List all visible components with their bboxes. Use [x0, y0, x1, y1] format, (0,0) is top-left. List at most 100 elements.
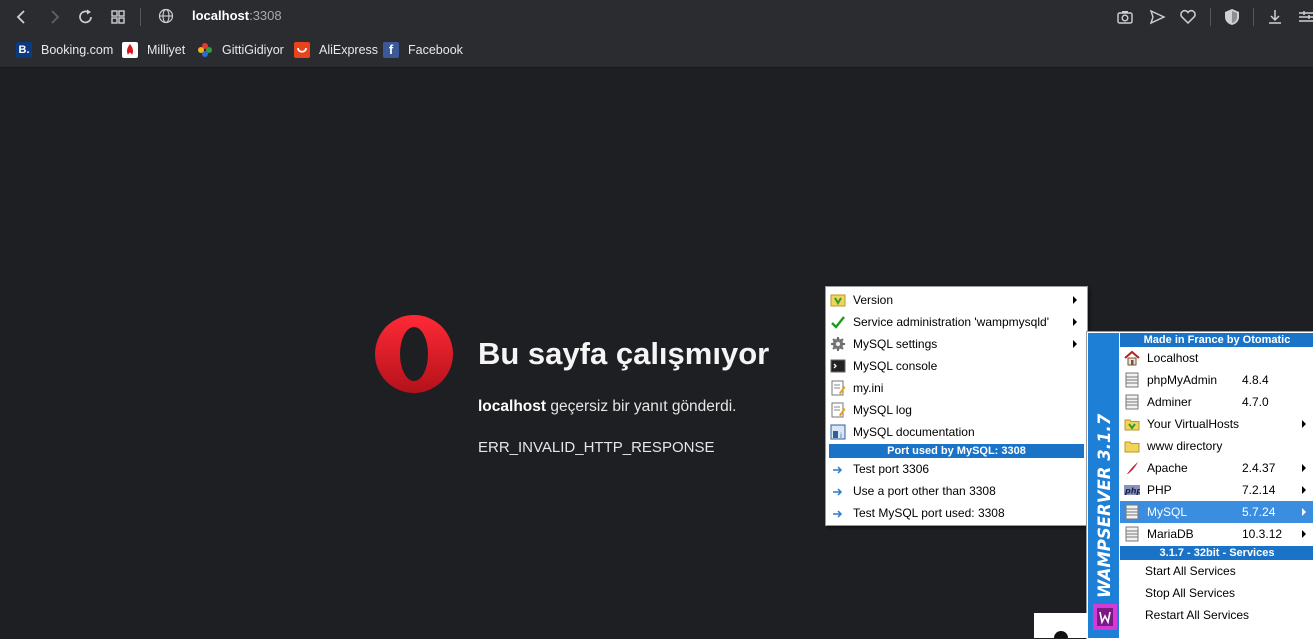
- menu-item-label: Test port 3306: [853, 462, 930, 476]
- arrow-right-icon: [833, 510, 843, 518]
- submenu-arrow-icon: [1073, 296, 1077, 304]
- wamp-item-label: MariaDB: [1147, 527, 1194, 541]
- wamp-item-label: MySQL: [1147, 505, 1188, 519]
- menu-item-my-ini[interactable]: my.ini: [826, 377, 1085, 399]
- wamp-item-localhost[interactable]: Localhost: [1120, 347, 1313, 369]
- php-icon: php: [1124, 485, 1140, 496]
- download-icon[interactable]: [1265, 7, 1285, 27]
- wamp-item-virtualhosts[interactable]: Your VirtualHosts: [1120, 413, 1313, 435]
- version-icon: [830, 294, 846, 307]
- bookmark-milliyet[interactable]: Milliyet: [122, 41, 192, 59]
- arrow-right-icon: [833, 488, 843, 496]
- wamp-item-version: 2.4.37: [1242, 461, 1276, 475]
- wamp-item-mariadb[interactable]: MariaDB 10.3.12: [1120, 523, 1313, 545]
- feather-icon: [1127, 462, 1138, 474]
- wamp-item-php[interactable]: php PHP 7.2.14: [1120, 479, 1313, 501]
- menu-item-mysql-log[interactable]: MySQL log: [826, 399, 1085, 421]
- database-icon: [1125, 526, 1139, 542]
- bookmark-booking[interactable]: B. Booking.com: [16, 41, 116, 59]
- forward-button[interactable]: [42, 6, 66, 28]
- menu-item-label: MySQL settings: [853, 337, 938, 351]
- file-edit-icon: [831, 380, 846, 396]
- bookmark-label: Milliyet: [147, 43, 186, 57]
- menu-item-label: my.ini: [853, 381, 884, 395]
- database-icon: [1125, 372, 1139, 388]
- back-button[interactable]: [10, 6, 34, 28]
- easy-setup-icon[interactable]: [1296, 7, 1313, 27]
- menu-item-label: Service administration 'wampmysqld': [853, 315, 1049, 329]
- folder-icon: [1124, 441, 1140, 453]
- opera-logo-icon: [375, 315, 453, 393]
- menu-item-test-port-used[interactable]: Test MySQL port used: 3308: [826, 502, 1085, 524]
- menu-item-mysql-settings[interactable]: MySQL settings: [826, 333, 1085, 355]
- submenu-arrow-icon: [1302, 486, 1306, 494]
- service-start-all[interactable]: Start All Services: [1120, 560, 1313, 582]
- tray-notification-icon[interactable]: [1053, 630, 1069, 638]
- bookmark-label: GittiGidiyor: [222, 43, 284, 57]
- submenu-arrow-icon: [1073, 340, 1077, 348]
- reload-button[interactable]: [74, 6, 98, 28]
- gittigidiyor-icon: [197, 42, 213, 58]
- error-host: localhost: [478, 398, 547, 415]
- bookmark-aliexpress[interactable]: AliExpress: [294, 41, 378, 59]
- services-header: 3.1.7 - 32bit - Services: [1120, 546, 1313, 560]
- menu-item-mysql-documentation[interactable]: i MySQL documentation: [826, 421, 1085, 443]
- wamp-item-apache[interactable]: Apache 2.4.37: [1120, 457, 1313, 479]
- wamp-item-label: www directory: [1147, 439, 1223, 453]
- globe-icon[interactable]: [158, 8, 174, 24]
- wamp-item-label: Your VirtualHosts: [1147, 417, 1240, 431]
- heart-icon[interactable]: [1178, 7, 1198, 27]
- home-icon: [1124, 350, 1140, 366]
- bookmarks-bar: B. Booking.com Milliyet GittiGidiyor Ali…: [0, 34, 1313, 68]
- address-bar[interactable]: localhost:3308: [192, 8, 282, 23]
- booking-icon: B.: [16, 42, 32, 58]
- camera-icon[interactable]: [1115, 7, 1135, 27]
- wampserver-menu: WAMPSERVER 3.1.7 Made in France by Otoma…: [1086, 331, 1313, 639]
- menu-item-label: MySQL documentation: [853, 425, 975, 439]
- wamp-item-version: 4.8.4: [1242, 373, 1269, 387]
- wamp-item-www-directory[interactable]: www directory: [1120, 435, 1313, 457]
- wamp-item-version: 10.3.12: [1242, 527, 1283, 541]
- bookmark-label: Facebook: [408, 43, 463, 57]
- menu-item-use-other-port[interactable]: Use a port other than 3308: [826, 480, 1085, 502]
- wamp-item-label: Localhost: [1147, 351, 1199, 365]
- menu-item-test-port-3306[interactable]: Test port 3306: [826, 458, 1085, 480]
- folder-arrow-icon: [1124, 419, 1140, 431]
- menu-item-label: MySQL log: [853, 403, 912, 417]
- menu-item-service-administration[interactable]: Service administration 'wampmysqld': [826, 311, 1085, 333]
- adblock-shield-icon[interactable]: [1222, 7, 1242, 27]
- service-item-label: Start All Services: [1145, 564, 1236, 578]
- bookmark-label: Booking.com: [41, 43, 114, 57]
- bookmark-facebook[interactable]: f Facebook: [383, 41, 463, 59]
- bookmark-gittigidiyor[interactable]: GittiGidiyor: [197, 41, 287, 59]
- database-icon: [1125, 504, 1139, 520]
- wamp-item-adminer[interactable]: Adminer 4.7.0: [1120, 391, 1313, 413]
- menu-item-label: Test MySQL port used: 3308: [853, 506, 1005, 520]
- menu-item-mysql-console[interactable]: MySQL console: [826, 355, 1085, 377]
- service-restart-all[interactable]: Restart All Services: [1120, 604, 1313, 626]
- wampserver-logo-icon: [1093, 604, 1117, 630]
- wamp-item-version: 7.2.14: [1242, 483, 1276, 497]
- wamp-header: Made in France by Otomatic: [1120, 333, 1313, 347]
- menu-item-version[interactable]: Version: [826, 289, 1085, 311]
- speed-dial-button[interactable]: [106, 6, 130, 28]
- mysql-submenu: Version Service administration 'wampmysq…: [825, 286, 1088, 526]
- wampserver-side-label: WAMPSERVER 3.1.7: [1095, 413, 1114, 598]
- menu-item-label: Use a port other than 3308: [853, 484, 996, 498]
- bookmark-label: AliExpress: [319, 43, 379, 57]
- wamp-item-phpmyadmin[interactable]: phpMyAdmin 4.8.4: [1120, 369, 1313, 391]
- service-stop-all[interactable]: Stop All Services: [1120, 582, 1313, 604]
- taskbar-tray: [1034, 613, 1088, 638]
- send-icon[interactable]: [1147, 7, 1167, 27]
- error-code: ERR_INVALID_HTTP_RESPONSE: [478, 439, 715, 456]
- submenu-arrow-icon: [1302, 464, 1306, 472]
- facebook-icon: f: [383, 42, 399, 58]
- log-icon: [831, 402, 846, 418]
- service-item-label: Stop All Services: [1145, 586, 1236, 600]
- wamp-item-version: 5.7.24: [1242, 505, 1276, 519]
- wamp-item-version: 4.7.0: [1242, 395, 1269, 409]
- wampserver-sidebar: WAMPSERVER 3.1.7: [1088, 333, 1119, 638]
- submenu-arrow-icon: [1073, 318, 1077, 326]
- submenu-arrow-icon: [1302, 530, 1306, 538]
- wamp-item-mysql[interactable]: MySQL 5.7.24: [1120, 501, 1313, 523]
